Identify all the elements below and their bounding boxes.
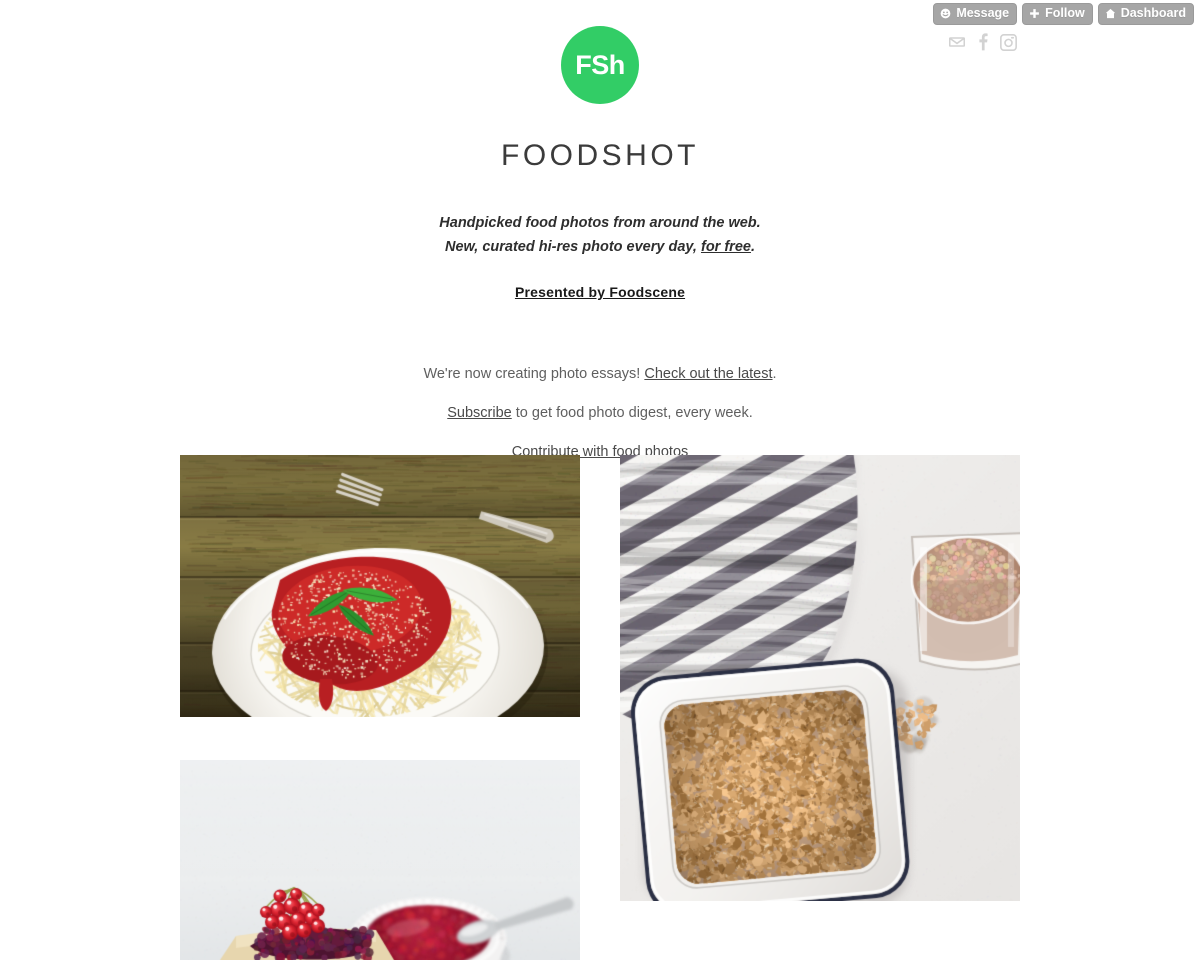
photo-granola[interactable] — [620, 455, 1020, 901]
message-button[interactable]: Message — [933, 3, 1018, 25]
dashboard-button-label: Dashboard — [1120, 6, 1186, 20]
photo-essays-row: We're now creating photo essays! Check o… — [0, 355, 1200, 394]
presented-by-link[interactable]: Presented by Foodscene — [515, 284, 685, 300]
site-logo-text: FSh — [575, 49, 625, 80]
subscribe-post: to get food photo digest, every week. — [511, 405, 753, 421]
social-links — [948, 33, 1017, 56]
facebook-icon[interactable] — [977, 33, 988, 56]
site-logo[interactable]: FSh — [561, 26, 639, 104]
photo-column-left — [180, 455, 580, 960]
email-icon[interactable] — [948, 35, 966, 54]
page-title: FOODSHOT — [501, 139, 699, 172]
photo-essays-post: . — [772, 366, 777, 382]
tagline-line-2: New, curated hi-res photo every day, for… — [0, 235, 1200, 259]
follow-button[interactable]: Follow — [1022, 3, 1093, 25]
photo-grid — [180, 455, 1020, 960]
instagram-icon[interactable] — [1000, 33, 1017, 56]
photo-essays-pre: We're now creating photo essays! — [423, 366, 645, 382]
house-icon — [1105, 8, 1116, 19]
subscribe-link[interactable]: Subscribe — [447, 405, 511, 421]
photo-berries[interactable] — [180, 760, 580, 960]
tagline-line-2-post: . — [750, 239, 755, 255]
tagline-line-1: Handpicked food photos from around the w… — [439, 215, 761, 231]
follow-button-label: Follow — [1045, 6, 1085, 20]
photo-column-right — [620, 455, 1020, 901]
message-smiley-icon — [940, 8, 951, 19]
message-button-label: Message — [956, 6, 1010, 20]
presented-by: Presented by Foodscene — [0, 284, 1200, 300]
tagline: Handpicked food photos from around the w… — [0, 211, 1200, 259]
for-free-link[interactable]: for free — [701, 239, 751, 255]
photo-spaghetti[interactable] — [180, 455, 580, 717]
subscribe-row: Subscribe to get food photo digest, ever… — [0, 394, 1200, 433]
tagline-line-2-pre: New, curated hi-res photo every day, — [445, 239, 701, 255]
check-out-latest-link[interactable]: Check out the latest — [644, 366, 772, 382]
dashboard-button[interactable]: Dashboard — [1097, 3, 1194, 25]
page-root: FSh FOODSHOT Handpicked food photos from… — [0, 0, 1200, 472]
plus-icon — [1029, 8, 1040, 19]
tumblr-controls-bar: Message Follow Dashboard — [933, 3, 1194, 25]
